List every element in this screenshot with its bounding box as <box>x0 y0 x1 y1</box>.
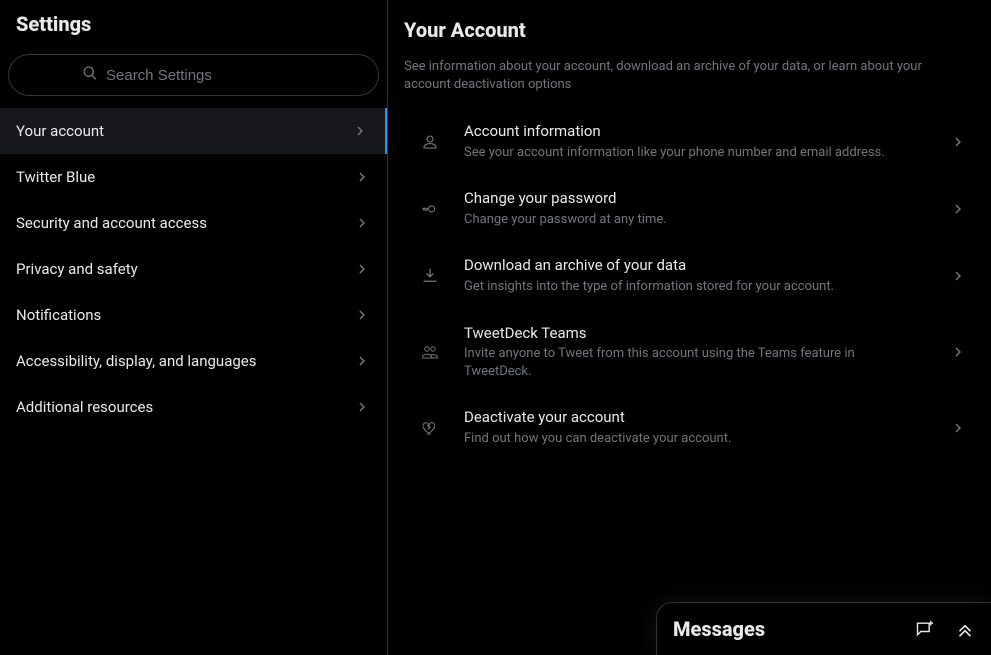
sidebar-item-privacy[interactable]: Privacy and safety <box>0 246 387 292</box>
sidebar-item-twitter-blue[interactable]: Twitter Blue <box>0 154 387 200</box>
chevron-right-icon <box>941 343 967 361</box>
chevron-right-icon <box>353 168 371 186</box>
sidebar-item-notifications[interactable]: Notifications <box>0 292 387 338</box>
search-settings[interactable] <box>8 54 379 96</box>
search-input[interactable] <box>106 67 305 84</box>
option-tweetdeck-teams[interactable]: TweetDeck Teams Invite anyone to Tweet f… <box>404 310 975 395</box>
page-title: Your Account <box>404 12 975 58</box>
option-label: Deactivate your account <box>464 408 941 428</box>
option-download-archive[interactable]: Download an archive of your data Get ins… <box>404 242 975 309</box>
sidebar-item-label: Privacy and safety <box>16 260 138 278</box>
option-sublabel: Get insights into the type of informatio… <box>464 276 894 296</box>
sidebar-item-label: Additional resources <box>16 398 153 416</box>
option-sublabel: Change your password at any time. <box>464 209 894 229</box>
sidebar-item-your-account[interactable]: Your account <box>0 108 387 154</box>
settings-sidebar: Settings Your account Twitter Blue Secur… <box>0 0 388 655</box>
sidebar-item-label: Accessibility, display, and languages <box>16 352 256 370</box>
chevron-right-icon <box>353 260 371 278</box>
option-label: Account information <box>464 122 941 142</box>
heart-broken-icon <box>412 419 448 437</box>
messages-title: Messages <box>673 617 915 641</box>
sidebar-item-label: Notifications <box>16 306 101 324</box>
sidebar-item-accessibility[interactable]: Accessibility, display, and languages <box>0 338 387 384</box>
page-description: See information about your account, down… <box>404 58 964 108</box>
search-icon <box>82 65 98 85</box>
sidebar-item-label: Your account <box>16 122 104 140</box>
option-label: Change your password <box>464 189 941 209</box>
option-sublabel: See your account information like your p… <box>464 142 894 162</box>
main-panel: Your Account See information about your … <box>388 0 991 655</box>
settings-title: Settings <box>0 0 387 44</box>
option-deactivate-account[interactable]: Deactivate your account Find out how you… <box>404 394 975 461</box>
messages-drawer[interactable]: Messages <box>656 602 991 655</box>
people-icon <box>412 343 448 361</box>
sidebar-item-additional-resources[interactable]: Additional resources <box>0 384 387 430</box>
option-sublabel: Find out how you can deactivate your acc… <box>464 428 894 448</box>
chevron-right-icon <box>353 214 371 232</box>
chevron-right-icon <box>353 352 371 370</box>
sidebar-item-security[interactable]: Security and account access <box>0 200 387 246</box>
sidebar-item-label: Security and account access <box>16 214 207 232</box>
chevron-right-icon <box>941 200 967 218</box>
option-sublabel: Invite anyone to Tweet from this account… <box>464 343 894 380</box>
key-icon <box>412 200 448 218</box>
chevron-right-icon <box>941 133 967 151</box>
option-change-password[interactable]: Change your password Change your passwor… <box>404 175 975 242</box>
chevron-right-icon <box>351 122 369 140</box>
expand-drawer-icon[interactable] <box>955 619 975 639</box>
download-icon <box>412 267 448 285</box>
new-message-icon[interactable] <box>915 619 935 639</box>
chevron-right-icon <box>941 419 967 437</box>
option-label: TweetDeck Teams <box>464 324 941 344</box>
option-account-information[interactable]: Account information See your account inf… <box>404 108 975 175</box>
option-label: Download an archive of your data <box>464 256 941 276</box>
chevron-right-icon <box>353 398 371 416</box>
sidebar-item-label: Twitter Blue <box>16 168 95 186</box>
chevron-right-icon <box>941 267 967 285</box>
chevron-right-icon <box>353 306 371 324</box>
person-icon <box>412 133 448 151</box>
